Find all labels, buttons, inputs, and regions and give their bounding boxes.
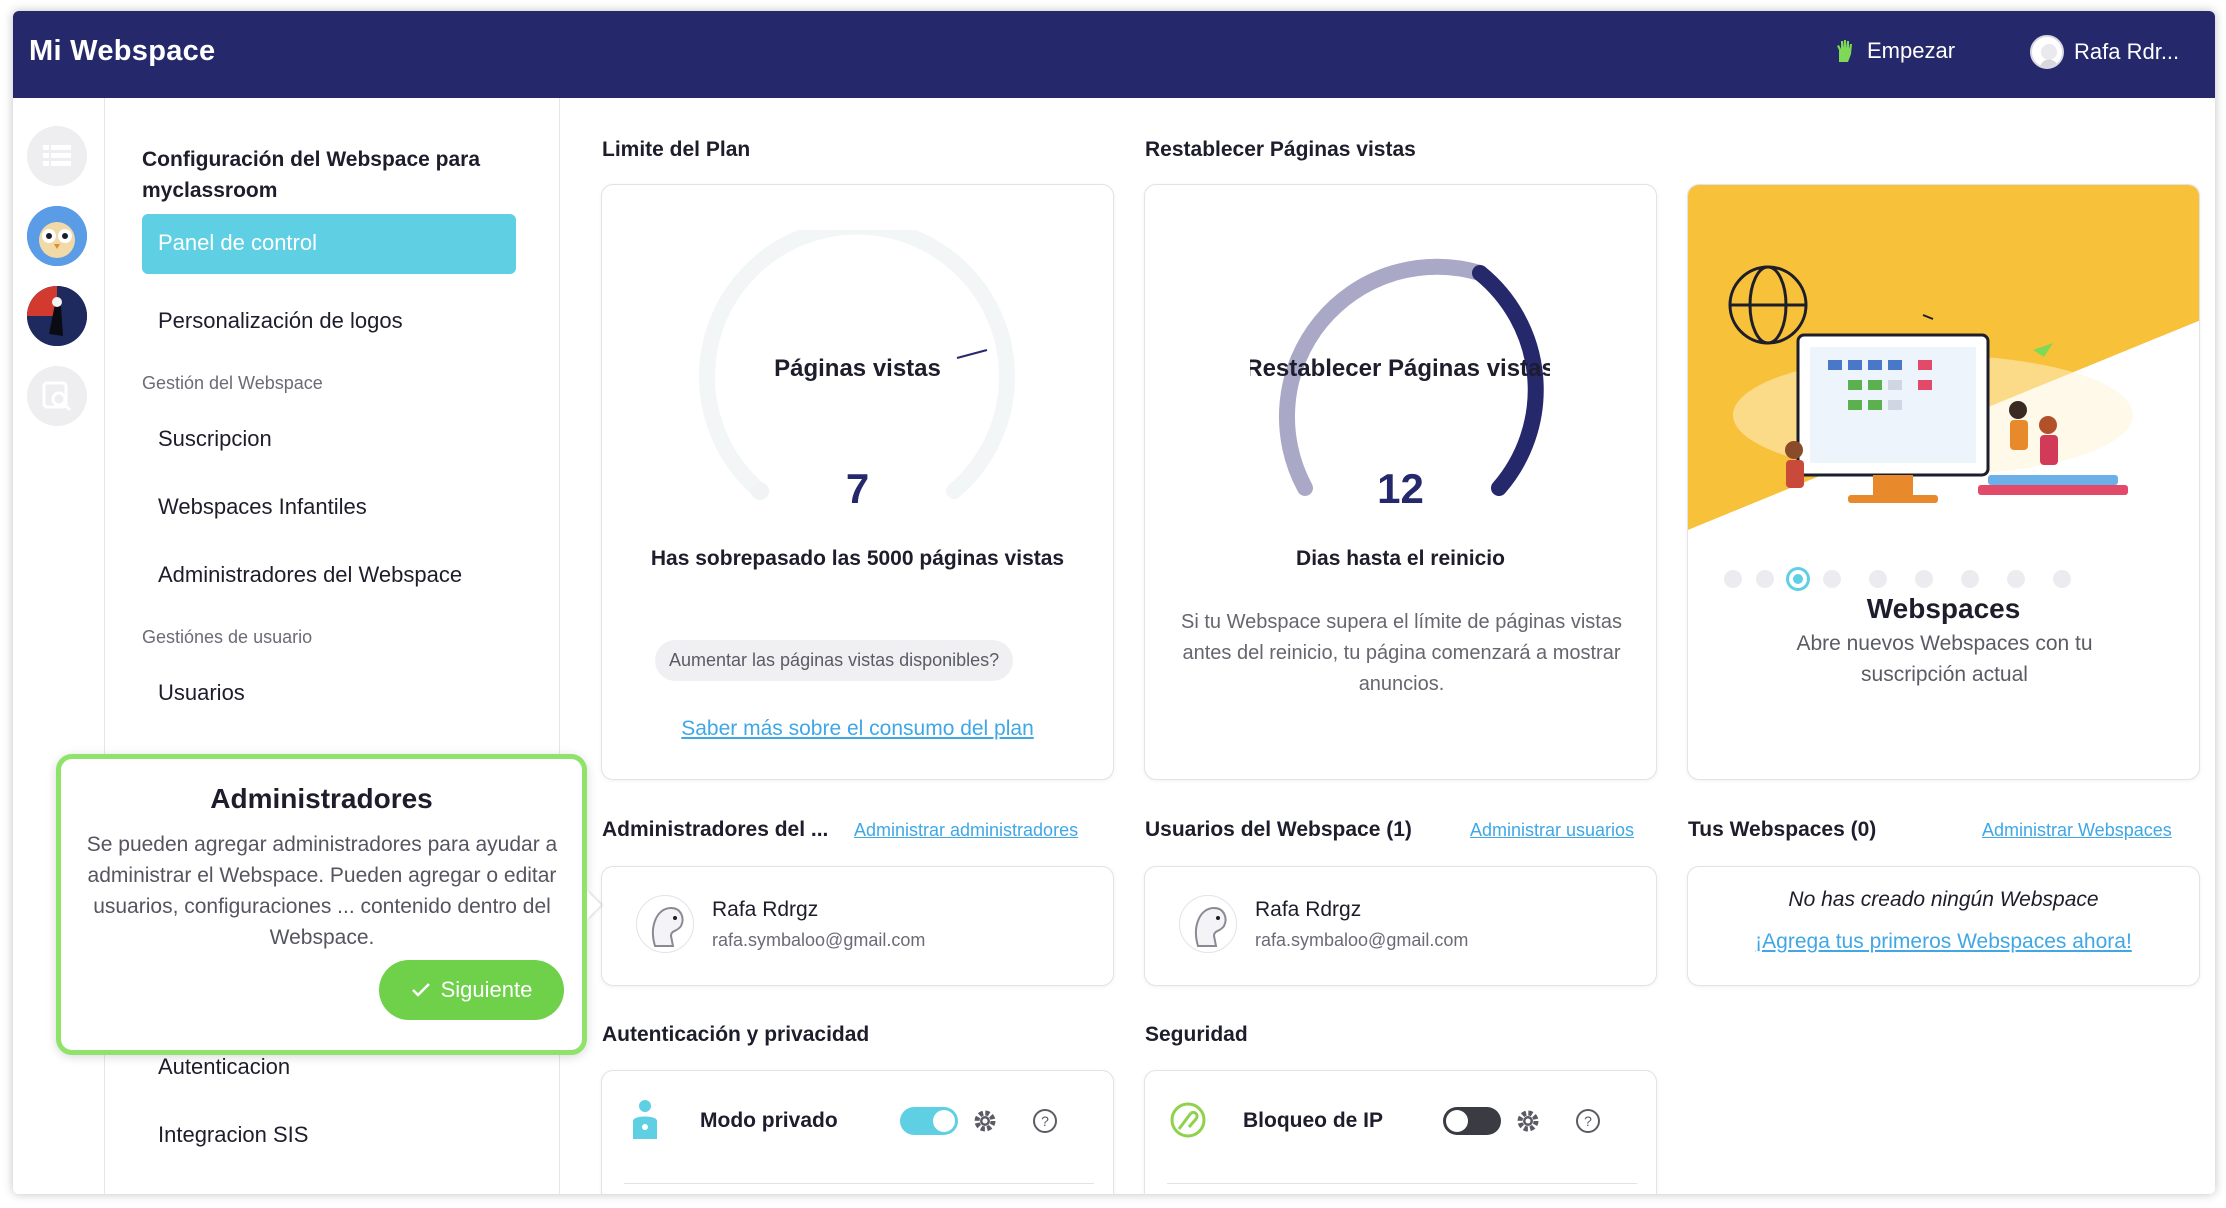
top-bar: Mi Webspace Empezar Rafa Rdr... [13,11,2215,98]
manage-admins-link[interactable]: Administrar administradores [854,820,1078,840]
help-icon[interactable]: ? [1032,1108,1058,1134]
private-mode-label: Modo privado [700,1109,838,1132]
ip-block-toggle[interactable] [1443,1107,1501,1135]
webspaces-card: No has creado ningún Webspace ¡Agrega tu… [1687,866,2200,986]
carousel-dot[interactable] [1869,570,1887,588]
reset-card: Restablecer Páginas vistas 12 Dias hasta… [1144,184,1657,780]
rail-webspace-dark-icon[interactable] [27,286,87,346]
auth-section-title: Autenticación y privacidad [602,1023,870,1046]
ip-block-label: Bloqueo de IP [1243,1109,1384,1132]
sidebar-item-administradores[interactable]: Administradores del Webspace [158,562,462,588]
sidebar-title: Configuración del Webspace para myclassr… [142,148,481,202]
manage-webspaces-link[interactable]: Administrar Webspaces [1982,820,2172,840]
users-card: Rafa Rdrgz rafa.symbaloo@gmail.com [1144,866,1657,986]
check-icon [411,983,430,997]
start-button[interactable]: Empezar [1833,38,1955,64]
security-card: Bloqueo de IP ? [1144,1070,1657,1194]
admin-email: rafa.symbaloo@gmail.com [712,929,926,950]
hand-icon [1837,40,1852,62]
promo-dots [1688,567,2199,592]
plan-section-title: Limite del Plan [602,138,751,161]
tour-next-button[interactable]: Siguiente [379,960,564,1020]
dashboard: Limite del Plan Páginas vistas 7 Has sob… [560,98,2215,1194]
app-title: Mi Webspace [29,35,216,67]
sidebar-item-personalizacion-logos[interactable]: Personalización de logos [158,308,403,334]
rail-list-icon[interactable] [27,126,87,186]
tour-popover: Administradores Se pueden agregar admini… [56,754,587,1055]
rail-search-icon[interactable] [27,366,87,426]
help-icon[interactable]: ? [1575,1108,1601,1134]
tour-pointer [587,891,601,919]
start-label: Empezar [1867,38,1956,63]
add-webspaces-link[interactable]: ¡Agrega tus primeros Webspaces ahora! [1755,930,2132,953]
sidebar-item-usuarios[interactable]: Usuarios [158,680,245,706]
carousel-dot[interactable] [1724,570,1742,588]
person-icon [633,1100,657,1139]
sidebar-item-autenticacion[interactable]: Autenticacion [158,1054,290,1080]
admins-card: Rafa Rdrgz rafa.symbaloo@gmail.com [601,866,1114,986]
reset-gauge-label: Restablecer Páginas vistas [1250,355,1550,382]
tour-body: Se pueden agregar administradores para a… [86,833,558,949]
reset-gauge-label-clip: Restablecer Páginas vistas [1250,355,1550,383]
private-mode-toggle[interactable] [900,1107,958,1135]
security-section-title: Seguridad [1145,1023,1248,1046]
plan-card: Páginas vistas 7 Has sobrepasado las 500… [601,184,1114,780]
plan-message: Has sobrepasado las 5000 páginas vistas [650,547,1065,570]
gear-icon[interactable] [1515,1108,1541,1134]
tour-title: Administradores [210,783,433,814]
carousel-dot[interactable] [1915,570,1933,588]
carousel-dot-active[interactable] [1786,567,1810,591]
sidebar-group-gestion-webspace: Gestión del Webspace [142,373,323,393]
sidebar-item-integracion-sis[interactable]: Integracion SIS [158,1122,308,1148]
user-name-label: Rafa Rdr... [2074,39,2180,64]
webspaces-empty-text: No has creado ningún Webspace [1788,888,2099,911]
sidebar-item-webspaces-infantiles[interactable]: Webspaces Infantiles [158,494,367,520]
tour-next-label: Siguiente [440,977,533,1002]
carousel-dot[interactable] [1823,570,1841,588]
promo-title: Webspaces [1866,593,2021,624]
plan-gauge-label: Páginas vistas [774,355,941,382]
user-avatar [2030,35,2064,69]
ip-block-icon [1170,1102,1206,1138]
promo-card: Webspaces Abre nuevos Webspaces con tu s… [1687,184,2200,780]
reset-subtitle: Dias hasta el reinicio [1296,547,1505,570]
users-section-title: Usuarios del Webspace (1) [1145,818,1412,841]
manage-users-link[interactable]: Administrar usuarios [1470,820,1634,840]
carousel-dot[interactable] [2053,570,2071,588]
reset-description: Si tu Webspace supera el límite de págin… [1181,611,1622,695]
promo-description: Abre nuevos Webspaces con tu suscripción… [1796,632,2093,686]
rail-webspace-owl-icon[interactable] [27,206,87,266]
webspaces-section-title: Tus Webspaces (0) [1688,818,1877,841]
learn-more-link[interactable]: Saber más sobre el consumo del plan [681,717,1034,740]
auth-card: Modo privado ? [601,1070,1114,1194]
carousel-dot[interactable] [2007,570,2025,588]
increase-pageviews-button[interactable]: Aumentar las páginas vistas disponibles? [655,640,1014,681]
user-name: Rafa Rdrgz [1255,897,1362,921]
admins-section-title: Administradores del ... [602,818,829,841]
user-email: rafa.symbaloo@gmail.com [1255,929,1469,950]
reset-section-title: Restablecer Páginas vistas [1145,138,1416,161]
user-menu-button[interactable]: Rafa Rdr... [2030,35,2179,69]
admin-avatar [636,895,694,953]
carousel-dot[interactable] [1756,570,1774,588]
svg-text:?: ? [1584,1113,1592,1129]
sidebar-group-gestiones-usuario: Gestiónes de usuario [142,627,313,647]
plan-gauge-value: 7 [845,465,870,512]
reset-gauge-value: 12 [1377,465,1424,512]
promo-illustration [1688,185,2199,530]
admin-name: Rafa Rdrgz [712,897,819,921]
app-window: Mi Webspace Empezar Rafa Rdr... Configur… [13,11,2215,1194]
sidebar-item-panel-de-control[interactable]: Panel de control [142,214,516,274]
sidebar-item-suscripcion[interactable]: Suscripcion [158,426,272,452]
carousel-dot[interactable] [1961,570,1979,588]
gear-icon[interactable] [972,1108,998,1134]
svg-text:?: ? [1041,1113,1049,1129]
user-avatar-large [1179,895,1237,953]
